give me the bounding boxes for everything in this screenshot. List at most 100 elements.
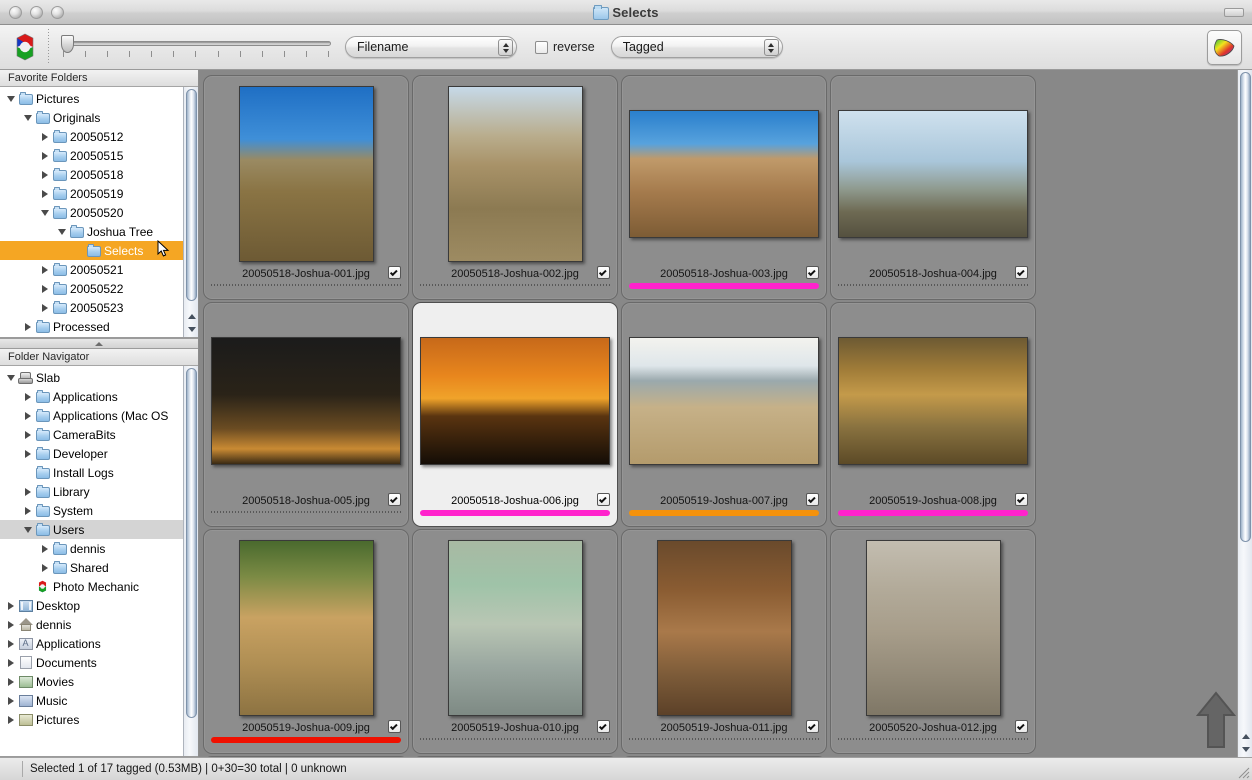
tag-checkbox[interactable] bbox=[597, 720, 610, 733]
thumbnail-image-area[interactable] bbox=[413, 76, 617, 265]
tree-item-documents[interactable]: Documents bbox=[0, 653, 183, 672]
tree-item-joshua-tree[interactable]: Joshua Tree bbox=[0, 222, 183, 241]
disclosure-triangle-closed-icon[interactable] bbox=[4, 716, 17, 724]
zoom-button[interactable] bbox=[51, 6, 64, 19]
minimize-button[interactable] bbox=[30, 6, 43, 19]
thumbnail-size-slider[interactable] bbox=[61, 30, 331, 64]
tree-item-library[interactable]: Library bbox=[0, 482, 183, 501]
thumbnail-cell[interactable]: 20050518-Joshua-004.jpg bbox=[830, 75, 1036, 300]
disclosure-triangle-closed-icon[interactable] bbox=[38, 152, 51, 160]
scrollbar-thumb[interactable] bbox=[1240, 72, 1251, 542]
thumbnail-image-area[interactable] bbox=[622, 530, 826, 719]
tree-item-pictures[interactable]: Pictures bbox=[0, 710, 183, 729]
thumbnail-cell[interactable]: 20050519-Joshua-008.jpg bbox=[830, 302, 1036, 527]
disclosure-triangle-closed-icon[interactable] bbox=[4, 678, 17, 686]
thumbnail-grid[interactable]: 20050518-Joshua-001.jpg20050518-Joshua-0… bbox=[199, 70, 1237, 757]
tree-item-20050520[interactable]: 20050520 bbox=[0, 203, 183, 222]
thumbnail-image-area[interactable] bbox=[622, 76, 826, 265]
tree-item-20050515[interactable]: 20050515 bbox=[0, 146, 183, 165]
scrollbar-thumb[interactable] bbox=[186, 368, 197, 718]
thumbnail-cell[interactable]: 20050518-Joshua-003.jpg bbox=[621, 75, 827, 300]
disclosure-triangle-closed-icon[interactable] bbox=[21, 507, 34, 515]
scrollbar-buttons[interactable] bbox=[1239, 730, 1252, 756]
disclosure-triangle-closed-icon[interactable] bbox=[4, 640, 17, 648]
disclosure-triangle-closed-icon[interactable] bbox=[4, 659, 17, 667]
color-profile-button[interactable] bbox=[1207, 30, 1242, 65]
thumbnail-image[interactable] bbox=[629, 337, 819, 465]
favorite-folders-scrollbar[interactable] bbox=[183, 87, 198, 337]
disclosure-triangle-closed-icon[interactable] bbox=[38, 171, 51, 179]
scroll-up-button[interactable] bbox=[185, 310, 198, 323]
disclosure-triangle-closed-icon[interactable] bbox=[21, 412, 34, 420]
disclosure-triangle-closed-icon[interactable] bbox=[4, 697, 17, 705]
thumbnail-cell[interactable]: 20050518-Joshua-002.jpg bbox=[412, 75, 618, 300]
tree-item-processed[interactable]: Processed bbox=[0, 317, 183, 336]
tree-item-20050519[interactable]: 20050519 bbox=[0, 184, 183, 203]
thumbnail-cell[interactable]: 20050518-Joshua-005.jpg bbox=[203, 302, 409, 527]
disclosure-triangle-closed-icon[interactable] bbox=[21, 393, 34, 401]
tag-checkbox[interactable] bbox=[388, 266, 401, 279]
disclosure-triangle-closed-icon[interactable] bbox=[38, 133, 51, 141]
disclosure-triangle-closed-icon[interactable] bbox=[21, 488, 34, 496]
tree-item-applications-mac-os[interactable]: Applications (Mac OS bbox=[0, 406, 183, 425]
thumbnail-image[interactable] bbox=[838, 110, 1028, 238]
tree-item-music[interactable]: Music bbox=[0, 691, 183, 710]
tree-item-applications[interactable]: Applications bbox=[0, 387, 183, 406]
thumbnail-image[interactable] bbox=[239, 540, 374, 716]
thumbnail-image[interactable] bbox=[838, 337, 1028, 465]
sort-by-popup[interactable]: Filename bbox=[345, 36, 517, 58]
thumbnail-image[interactable] bbox=[448, 540, 583, 716]
thumbnail-cell[interactable]: 20050519-Joshua-007.jpg bbox=[621, 302, 827, 527]
tree-item-applications[interactable]: Applications bbox=[0, 634, 183, 653]
disclosure-triangle-open-icon[interactable] bbox=[4, 375, 17, 381]
tree-item-dennis[interactable]: dennis bbox=[0, 539, 183, 558]
folder-navigator-scrollbar[interactable] bbox=[183, 366, 198, 756]
tree-item-slab[interactable]: Slab bbox=[0, 368, 183, 387]
tree-item-developer[interactable]: Developer bbox=[0, 444, 183, 463]
thumbnail-image-area[interactable] bbox=[413, 530, 617, 719]
thumbnail-cell[interactable]: 20050519-Joshua-011.jpg bbox=[621, 529, 827, 754]
disclosure-triangle-open-icon[interactable] bbox=[4, 96, 17, 102]
tree-item-movies[interactable]: Movies bbox=[0, 672, 183, 691]
tag-checkbox[interactable] bbox=[1015, 493, 1028, 506]
toolbar-toggle-button[interactable] bbox=[1224, 8, 1244, 17]
disclosure-triangle-open-icon[interactable] bbox=[55, 229, 68, 235]
thumbnail-image-area[interactable] bbox=[204, 303, 408, 492]
disclosure-triangle-closed-icon[interactable] bbox=[38, 545, 51, 553]
tree-item-20050518[interactable]: 20050518 bbox=[0, 165, 183, 184]
thumbnail-cell[interactable]: 20050518-Joshua-001.jpg bbox=[203, 75, 409, 300]
tree-item-dennis[interactable]: dennis bbox=[0, 615, 183, 634]
tree-item-camerabits[interactable]: CameraBits bbox=[0, 425, 183, 444]
tag-checkbox[interactable] bbox=[806, 493, 819, 506]
disclosure-triangle-open-icon[interactable] bbox=[38, 210, 51, 216]
tree-item-20050512[interactable]: 20050512 bbox=[0, 127, 183, 146]
thumbnail-image[interactable] bbox=[448, 86, 583, 262]
thumbnail-image-area[interactable] bbox=[831, 76, 1035, 265]
tree-item-photo-mechanic[interactable]: Photo Mechanic bbox=[0, 577, 183, 596]
slider-thumb[interactable] bbox=[61, 35, 74, 53]
tree-item-system[interactable]: System bbox=[0, 501, 183, 520]
disclosure-triangle-closed-icon[interactable] bbox=[38, 285, 51, 293]
folder-navigator-tree[interactable]: SlabApplicationsApplications (Mac OSCame… bbox=[0, 366, 183, 756]
scroll-up-button[interactable] bbox=[1239, 730, 1252, 743]
tree-item-20050523[interactable]: 20050523 bbox=[0, 298, 183, 317]
favorite-folders-tree[interactable]: PicturesOriginals20050512200505152005051… bbox=[0, 87, 183, 337]
tree-item-pictures[interactable]: Pictures bbox=[0, 89, 183, 108]
disclosure-triangle-closed-icon[interactable] bbox=[21, 431, 34, 439]
tree-item-desktop[interactable]: Desktop bbox=[0, 596, 183, 615]
thumbnail-image[interactable] bbox=[239, 86, 374, 262]
scrollbar-buttons[interactable] bbox=[185, 310, 198, 336]
thumbnail-image-area[interactable] bbox=[831, 303, 1035, 492]
thumbnail-image-area[interactable] bbox=[204, 76, 408, 265]
disclosure-triangle-closed-icon[interactable] bbox=[38, 564, 51, 572]
tag-checkbox[interactable] bbox=[388, 720, 401, 733]
disclosure-triangle-closed-icon[interactable] bbox=[21, 450, 34, 458]
tag-checkbox[interactable] bbox=[806, 720, 819, 733]
tree-item-install-logs[interactable]: Install Logs bbox=[0, 463, 183, 482]
thumbnail-cell[interactable]: 20050519-Joshua-009.jpg bbox=[203, 529, 409, 754]
thumbnail-image-area[interactable] bbox=[831, 530, 1035, 719]
disclosure-triangle-closed-icon[interactable] bbox=[4, 602, 17, 610]
tag-checkbox[interactable] bbox=[388, 493, 401, 506]
disclosure-triangle-closed-icon[interactable] bbox=[21, 323, 34, 331]
slider-track[interactable] bbox=[61, 41, 331, 46]
